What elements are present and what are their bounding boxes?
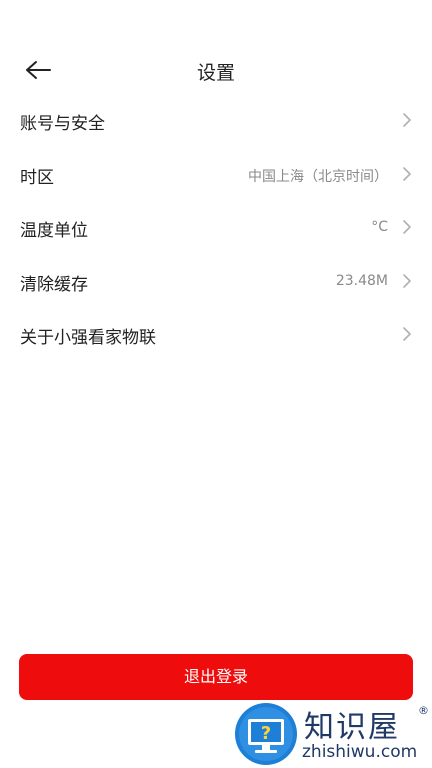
watermark: ? 知识屋 ® zhishiwu.com (232, 698, 432, 768)
settings-item-about[interactable]: 关于小强看家物联 (0, 308, 432, 362)
chevron-right-icon (403, 327, 411, 341)
settings-item-clear-cache[interactable]: 清除缓存 23.48M (0, 255, 432, 309)
chevron-right-icon (403, 220, 411, 234)
settings-item-label: 清除缓存 (20, 274, 88, 295)
chevron-right-icon (403, 273, 411, 288)
chevron-right-icon (403, 166, 411, 181)
settings-item-label: 温度单位 (20, 221, 88, 241)
settings-item-account-security[interactable]: 账号与安全 (0, 94, 432, 148)
settings-item-timezone[interactable]: 时区 中国上海（北京时间） (0, 148, 432, 202)
logout-button[interactable]: 退出登录 (19, 654, 413, 700)
settings-list: 账号与安全 时区 中国上海（北京时间） 温度单位 °C 清除缓存 23.48M … (0, 94, 432, 362)
chevron-right-icon (403, 113, 411, 127)
watermark-domain: zhishiwu.com (302, 742, 418, 762)
settings-item-label: 关于小强看家物联 (20, 328, 156, 348)
settings-item-temperature-unit[interactable]: 温度单位 °C (0, 201, 432, 255)
timezone-value: 中国上海（北京时间） (248, 168, 388, 185)
top-bar: 设置 (0, 50, 432, 90)
svg-text:?: ? (261, 723, 271, 744)
page-title: 设置 (196, 62, 235, 84)
settings-item-label: 账号与安全 (20, 114, 105, 134)
registered-mark: ® (418, 704, 429, 717)
temperature-unit-value: °C (371, 219, 388, 235)
cache-size-value: 23.48M (335, 272, 388, 289)
watermark-title: 知识屋 (304, 710, 400, 745)
computer-question-icon: ? (235, 703, 297, 765)
settings-item-label: 时区 (20, 167, 54, 188)
